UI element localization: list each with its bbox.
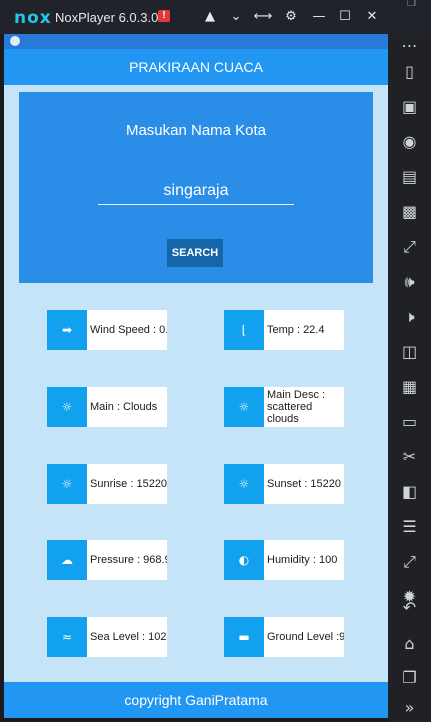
tile-pressure: ☁ Pressure : 968.9 (47, 540, 167, 580)
status-bar (4, 34, 388, 49)
tile-label: Humidity : 100 (267, 554, 338, 566)
tile-label: Sea Level : 1024 (90, 631, 167, 643)
volume-up-icon[interactable]: 🕪 (395, 270, 424, 294)
tile-temp: ⌊ Temp : 22.4 (224, 310, 344, 350)
app-title: PRAKIRAAN CUACA (129, 59, 263, 75)
city-prompt: Masukan Nama Kota (125, 122, 267, 139)
search-button[interactable]: SEARCH (167, 239, 223, 267)
emulator-titlebar: nox NoxPlayer 6.0.3.0 ! ▲ ⌄ ⟷ ⚙ — ☐ ✕ ❐ (0, 0, 431, 34)
volume-down-icon[interactable]: 🕨 (395, 305, 424, 329)
gear-icon[interactable]: ⚙ (280, 7, 302, 27)
more-icon[interactable]: ⋯ (395, 34, 424, 58)
sunset-icon: ☼ (224, 464, 264, 504)
footer: copyright GaniPratama (4, 682, 388, 718)
copyright-text: copyright GaniPratama (124, 692, 268, 708)
maximize-icon[interactable]: ☐ (334, 7, 356, 27)
thermometer-icon: ⌊ (224, 310, 264, 350)
android-screen: PRAKIRAAN CUACA Masukan Nama Kota SEARCH… (4, 34, 388, 718)
tile-label: Main Desc : scattered clouds (267, 389, 326, 425)
ground-level-icon: ▬ (224, 617, 264, 657)
tshirt-icon[interactable]: ▲ (199, 7, 221, 27)
multi-window-icon[interactable]: ◧ (395, 480, 424, 504)
city-input[interactable] (98, 178, 294, 205)
sea-level-icon: ≈ (47, 617, 87, 657)
recorder-icon[interactable]: ◫ (395, 340, 424, 364)
tile-humidity: ◐ Humidity : 100 (224, 540, 344, 580)
install-apk-icon[interactable]: ▭ (395, 410, 424, 434)
humidity-icon: ◐ (224, 540, 264, 580)
wind-icon: ➡ (47, 310, 87, 350)
tile-sunrise: ☼ Sunrise : 15220 (47, 464, 167, 504)
tile-label: Main : Clouds (90, 401, 158, 413)
minimize-icon[interactable]: — (308, 7, 330, 27)
recent-apps-icon[interactable]: ❐ (395, 666, 424, 690)
close-icon[interactable]: ✕ (361, 7, 383, 27)
alert-icon[interactable]: ! (158, 10, 170, 22)
chevron-down-icon[interactable]: ⌄ (225, 7, 247, 27)
emulator-toolbar: ⋯ ▯ ▣ ◉ ▤ ▩ ⤢ 🕪 🕨 ◫ ▦ ▭ ✂ ◧ ☰ ⤢ ✹ ↶ ⌂ ❐ … (388, 34, 431, 722)
pressure-icon: ☁ (47, 540, 87, 580)
collapse-icon[interactable]: » (395, 696, 424, 720)
expand-icon[interactable]: ⤢ (395, 235, 424, 259)
tile-label: Sunrise : 15220 (90, 478, 167, 490)
notification-icon (10, 36, 20, 46)
sun-icon: ☼ (47, 387, 87, 427)
sun-icon: ☼ (224, 387, 264, 427)
tile-label: Pressure : 968.9 (90, 554, 167, 566)
screenshot-icon[interactable]: ▦ (395, 375, 424, 399)
scissors-icon[interactable]: ✂ (395, 445, 424, 469)
tile-sea-level: ≈ Sea Level : 1024 (47, 617, 167, 657)
tile-label: Sunset : 15220 (267, 478, 342, 490)
window-title: NoxPlayer 6.0.3.0 (55, 10, 159, 25)
tile-label: Temp : 22.4 (267, 324, 325, 336)
home-icon[interactable]: ⌂ (395, 632, 424, 656)
restore-icon[interactable]: ❐ (407, 0, 419, 10)
tile-wind-speed: ➡ Wind Speed : 0. (47, 310, 167, 350)
resize-icon[interactable]: ⤢ (395, 550, 424, 574)
tile-label: Ground Level :9 (267, 631, 344, 643)
tile-ground-level: ▬ Ground Level :9 (224, 617, 344, 657)
nox-logo: nox (14, 8, 52, 28)
search-card: Masukan Nama Kota SEARCH (19, 92, 373, 283)
app-bar: PRAKIRAAN CUACA (4, 49, 388, 85)
tile-sunset: ☼ Sunset : 15220 (224, 464, 344, 504)
menu-icon[interactable]: ☰ (395, 515, 424, 539)
tile-main: ☼ Main : Clouds (47, 387, 167, 427)
tile-label: Wind Speed : 0. (90, 324, 167, 336)
apk-icon[interactable]: ▩ (395, 200, 424, 224)
back-icon[interactable]: ↶ (395, 596, 424, 620)
pin-icon[interactable]: ⟷ (252, 7, 274, 27)
tile-main-desc: ☼ Main Desc : scattered clouds (224, 387, 344, 427)
location-icon[interactable]: ◉ (395, 130, 424, 154)
phone-icon[interactable]: ▯ (395, 60, 424, 84)
robot-icon[interactable]: ▣ (395, 95, 424, 119)
screen-icon[interactable]: ▤ (395, 165, 424, 189)
weather-tiles: ➡ Wind Speed : 0. ⌊ Temp : 22.4 ☼ Main :… (19, 286, 373, 678)
sunrise-icon: ☼ (47, 464, 87, 504)
